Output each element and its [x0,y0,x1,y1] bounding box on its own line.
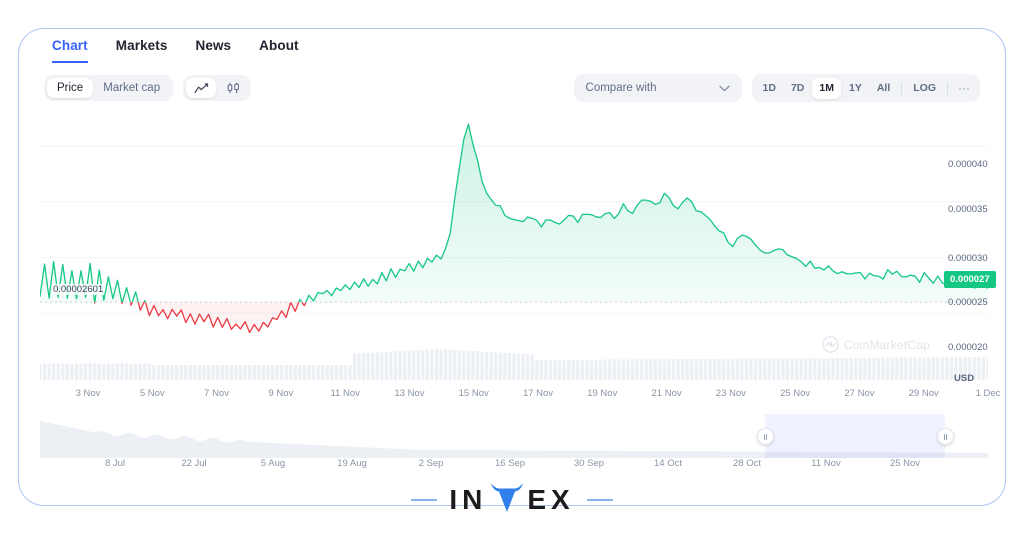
navigator-tick-label: 28 Oct [733,458,761,469]
x-tick-label: 9 Nov [268,388,294,399]
x-axis: 3 Nov 5 Nov 7 Nov 9 Nov 11 Nov 13 Nov 15 Nov 17… [40,388,1001,404]
reference-price-label: 0.00002601 [52,284,105,295]
x-tick-label: 3 Nov [75,388,101,399]
logo-dash-left [411,499,438,501]
candlestick-chart-icon[interactable] [218,78,248,98]
x-tick-label: 27 Nov [844,388,875,399]
navigator-tick-label: 2 Sep [418,458,444,469]
navigator-tick-label: 11 Nov [811,458,841,469]
navigator-tick-label: 30 Sep [573,458,605,469]
x-tick-label: 19 Nov [587,388,618,399]
navigator-tick-label: 19 Aug [337,458,367,469]
watermark-text: CoinMarketCap [844,337,930,352]
navigator-tick-label: 22 Jul [181,458,207,469]
navigator-tick-label: 16 Sep [494,458,526,469]
navigator-tick-label: 5 Aug [260,458,286,469]
x-tick-label: 21 Nov [651,388,682,399]
range-selector: 1D 7D 1M 1Y All LOG ··· [751,74,980,102]
x-tick-label: 25 Nov [780,388,811,399]
y-tick-label: 0.000030 [948,253,988,264]
range-1y[interactable]: 1Y [842,78,869,99]
metric-marketcap-button[interactable]: Market cap [93,78,170,98]
x-tick-label: 13 Nov [394,388,425,399]
navigator-tick-label: 14 Oct [654,458,682,469]
chart-type-group [183,75,252,101]
y-axis: 0.000040 0.000035 0.000030 0.000027 0.00… [944,118,1014,388]
y-tick-label: 0.000040 [948,159,988,170]
x-tick-label: 29 Nov [908,388,939,399]
navigator-tick-label: 8 Jul [104,458,126,469]
invex-logo: IN EX [0,483,1024,515]
navigator-tick-label: 25 Nov [889,458,921,469]
compare-with-label: Compare with [585,82,657,94]
chart-controls: Compare with 1D 7D 1M 1Y All LOG ··· [573,74,980,102]
chart-toolbar: Price Market cap [44,75,252,101]
range-1d[interactable]: 1D [756,78,783,99]
navigator-axis: 8 Jul 22 Jul 5 Aug 19 Aug 2 Sep 16 Sep 30 Sep 1… [40,458,988,474]
y-tick-label: 0.000025 [948,297,988,308]
logo-bull-v-icon [491,483,524,512]
tab-chart[interactable]: Chart [52,38,88,63]
screenshot-root: Chart Markets News About Price Market ca… [0,0,1024,538]
currency-label: USD [954,373,975,384]
coinmarketcap-logo-icon [822,336,839,353]
logo-text-left: IN [449,484,488,515]
tab-about[interactable]: About [259,38,298,61]
current-price-badge: 0.000027 [944,271,996,288]
x-tick-label: 23 Nov [715,388,746,399]
y-tick-label: 0.000035 [948,204,988,215]
navigator-handle-right[interactable] [936,428,954,445]
x-tick-label: 7 Nov [204,388,229,399]
x-tick-label: 1 Dec [975,388,1001,399]
metric-toggle-group: Price Market cap [44,75,174,101]
logo-dash-right [586,499,613,501]
controls-divider-1 [901,81,903,95]
tab-markets[interactable]: Markets [116,38,168,61]
controls-divider-2 [947,81,948,95]
log-scale-button[interactable]: LOG [906,78,943,99]
tab-bar: Chart Markets News About [52,38,299,63]
x-tick-label: 5 Nov [139,388,165,399]
chevron-down-icon [718,85,730,91]
more-options-button[interactable]: ··· [952,82,976,94]
logo-text: IN EX [449,483,575,515]
navigator-handle-left[interactable] [756,428,774,445]
range-7d[interactable]: 7D [784,78,811,99]
metric-price-button[interactable]: Price [47,78,94,98]
compare-with-dropdown[interactable]: Compare with [573,74,742,102]
x-tick-label: 11 Nov [330,388,360,399]
navigator-selection[interactable] [765,414,946,458]
x-tick-label: 17 Nov [522,388,554,399]
range-all[interactable]: All [870,78,897,99]
range-navigator[interactable] [40,414,988,458]
x-tick-label: 15 Nov [458,388,489,399]
line-chart-icon[interactable] [186,78,217,98]
y-tick-label: 0.000020 [948,342,988,353]
coinmarketcap-watermark: CoinMarketCap [822,336,930,353]
range-1m[interactable]: 1M [812,77,841,99]
tab-news[interactable]: News [196,38,232,61]
logo-text-right: EX [527,484,575,515]
